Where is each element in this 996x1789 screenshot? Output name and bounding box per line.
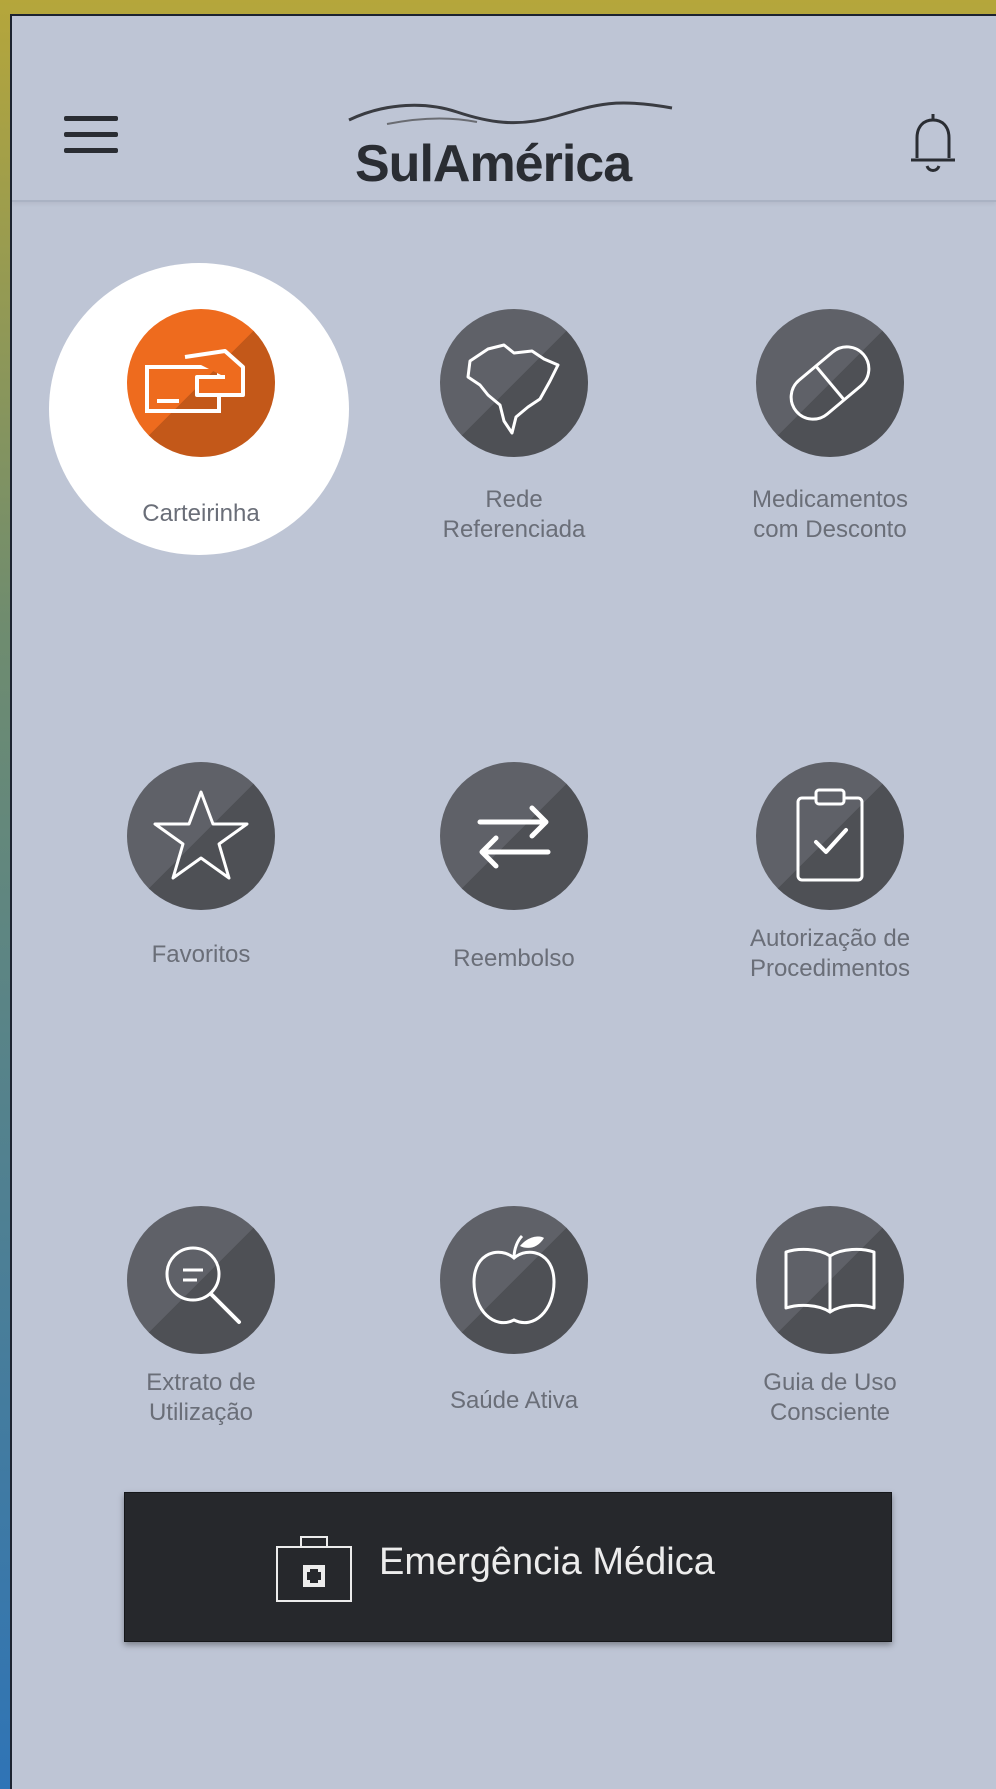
tile-label: Rede Referenciada	[442, 486, 586, 543]
tile-label: Medicamentos com Desconto	[751, 486, 909, 543]
tile-favoritos[interactable]: Favoritos	[71, 762, 331, 1062]
tile-guia-uso[interactable]: Guia de Uso Consciente	[700, 1206, 960, 1506]
emergency-button[interactable]: Emergência Médica	[124, 1492, 892, 1642]
bell-icon[interactable]	[904, 108, 962, 178]
tile-autorizacao[interactable]: Autorização de Procedimentos	[700, 762, 960, 1062]
tile-carteirinha[interactable]: Carteirinha	[49, 263, 349, 609]
hamburger-menu-icon[interactable]	[64, 116, 120, 160]
transfer-arrows-icon	[440, 762, 588, 910]
first-aid-kit-icon	[273, 1527, 355, 1607]
tile-extrato[interactable]: Extrato de Utilização	[71, 1206, 331, 1506]
clipboard-check-icon	[756, 762, 904, 910]
app-header: SulAmérica	[12, 16, 996, 202]
apple-icon	[440, 1206, 588, 1354]
magnifier-icon	[127, 1206, 275, 1354]
emergency-label: Emergência Médica	[379, 1541, 715, 1583]
tile-label: Favoritos	[151, 941, 251, 968]
open-book-icon	[756, 1206, 904, 1354]
tile-label: Saúde Ativa	[449, 1387, 579, 1414]
tile-rede-referenciada[interactable]: Rede Referenciada	[384, 309, 644, 609]
brand-name: SulAmérica	[355, 135, 632, 193]
logo-wave-icon	[348, 101, 673, 125]
brazil-map-icon	[440, 309, 588, 457]
star-icon	[127, 762, 275, 910]
id-card-icon	[127, 309, 275, 457]
tile-label: Autorização de Procedimentos	[749, 925, 911, 982]
tile-label: Carteirinha	[142, 500, 260, 527]
tile-label: Reembolso	[453, 945, 575, 972]
tile-reembolso[interactable]: Reembolso	[384, 762, 644, 1062]
brand-logo: SulAmérica	[347, 94, 677, 194]
app-screen: SulAmérica Carteirinha Rede Referenciada…	[10, 14, 996, 1789]
tile-saude-ativa[interactable]: Saúde Ativa	[384, 1206, 644, 1506]
pill-icon	[756, 309, 904, 457]
tile-label: Guia de Uso Consciente	[763, 1369, 897, 1426]
tile-medicamentos[interactable]: Medicamentos com Desconto	[700, 309, 960, 609]
tile-label: Extrato de Utilização	[146, 1369, 256, 1426]
